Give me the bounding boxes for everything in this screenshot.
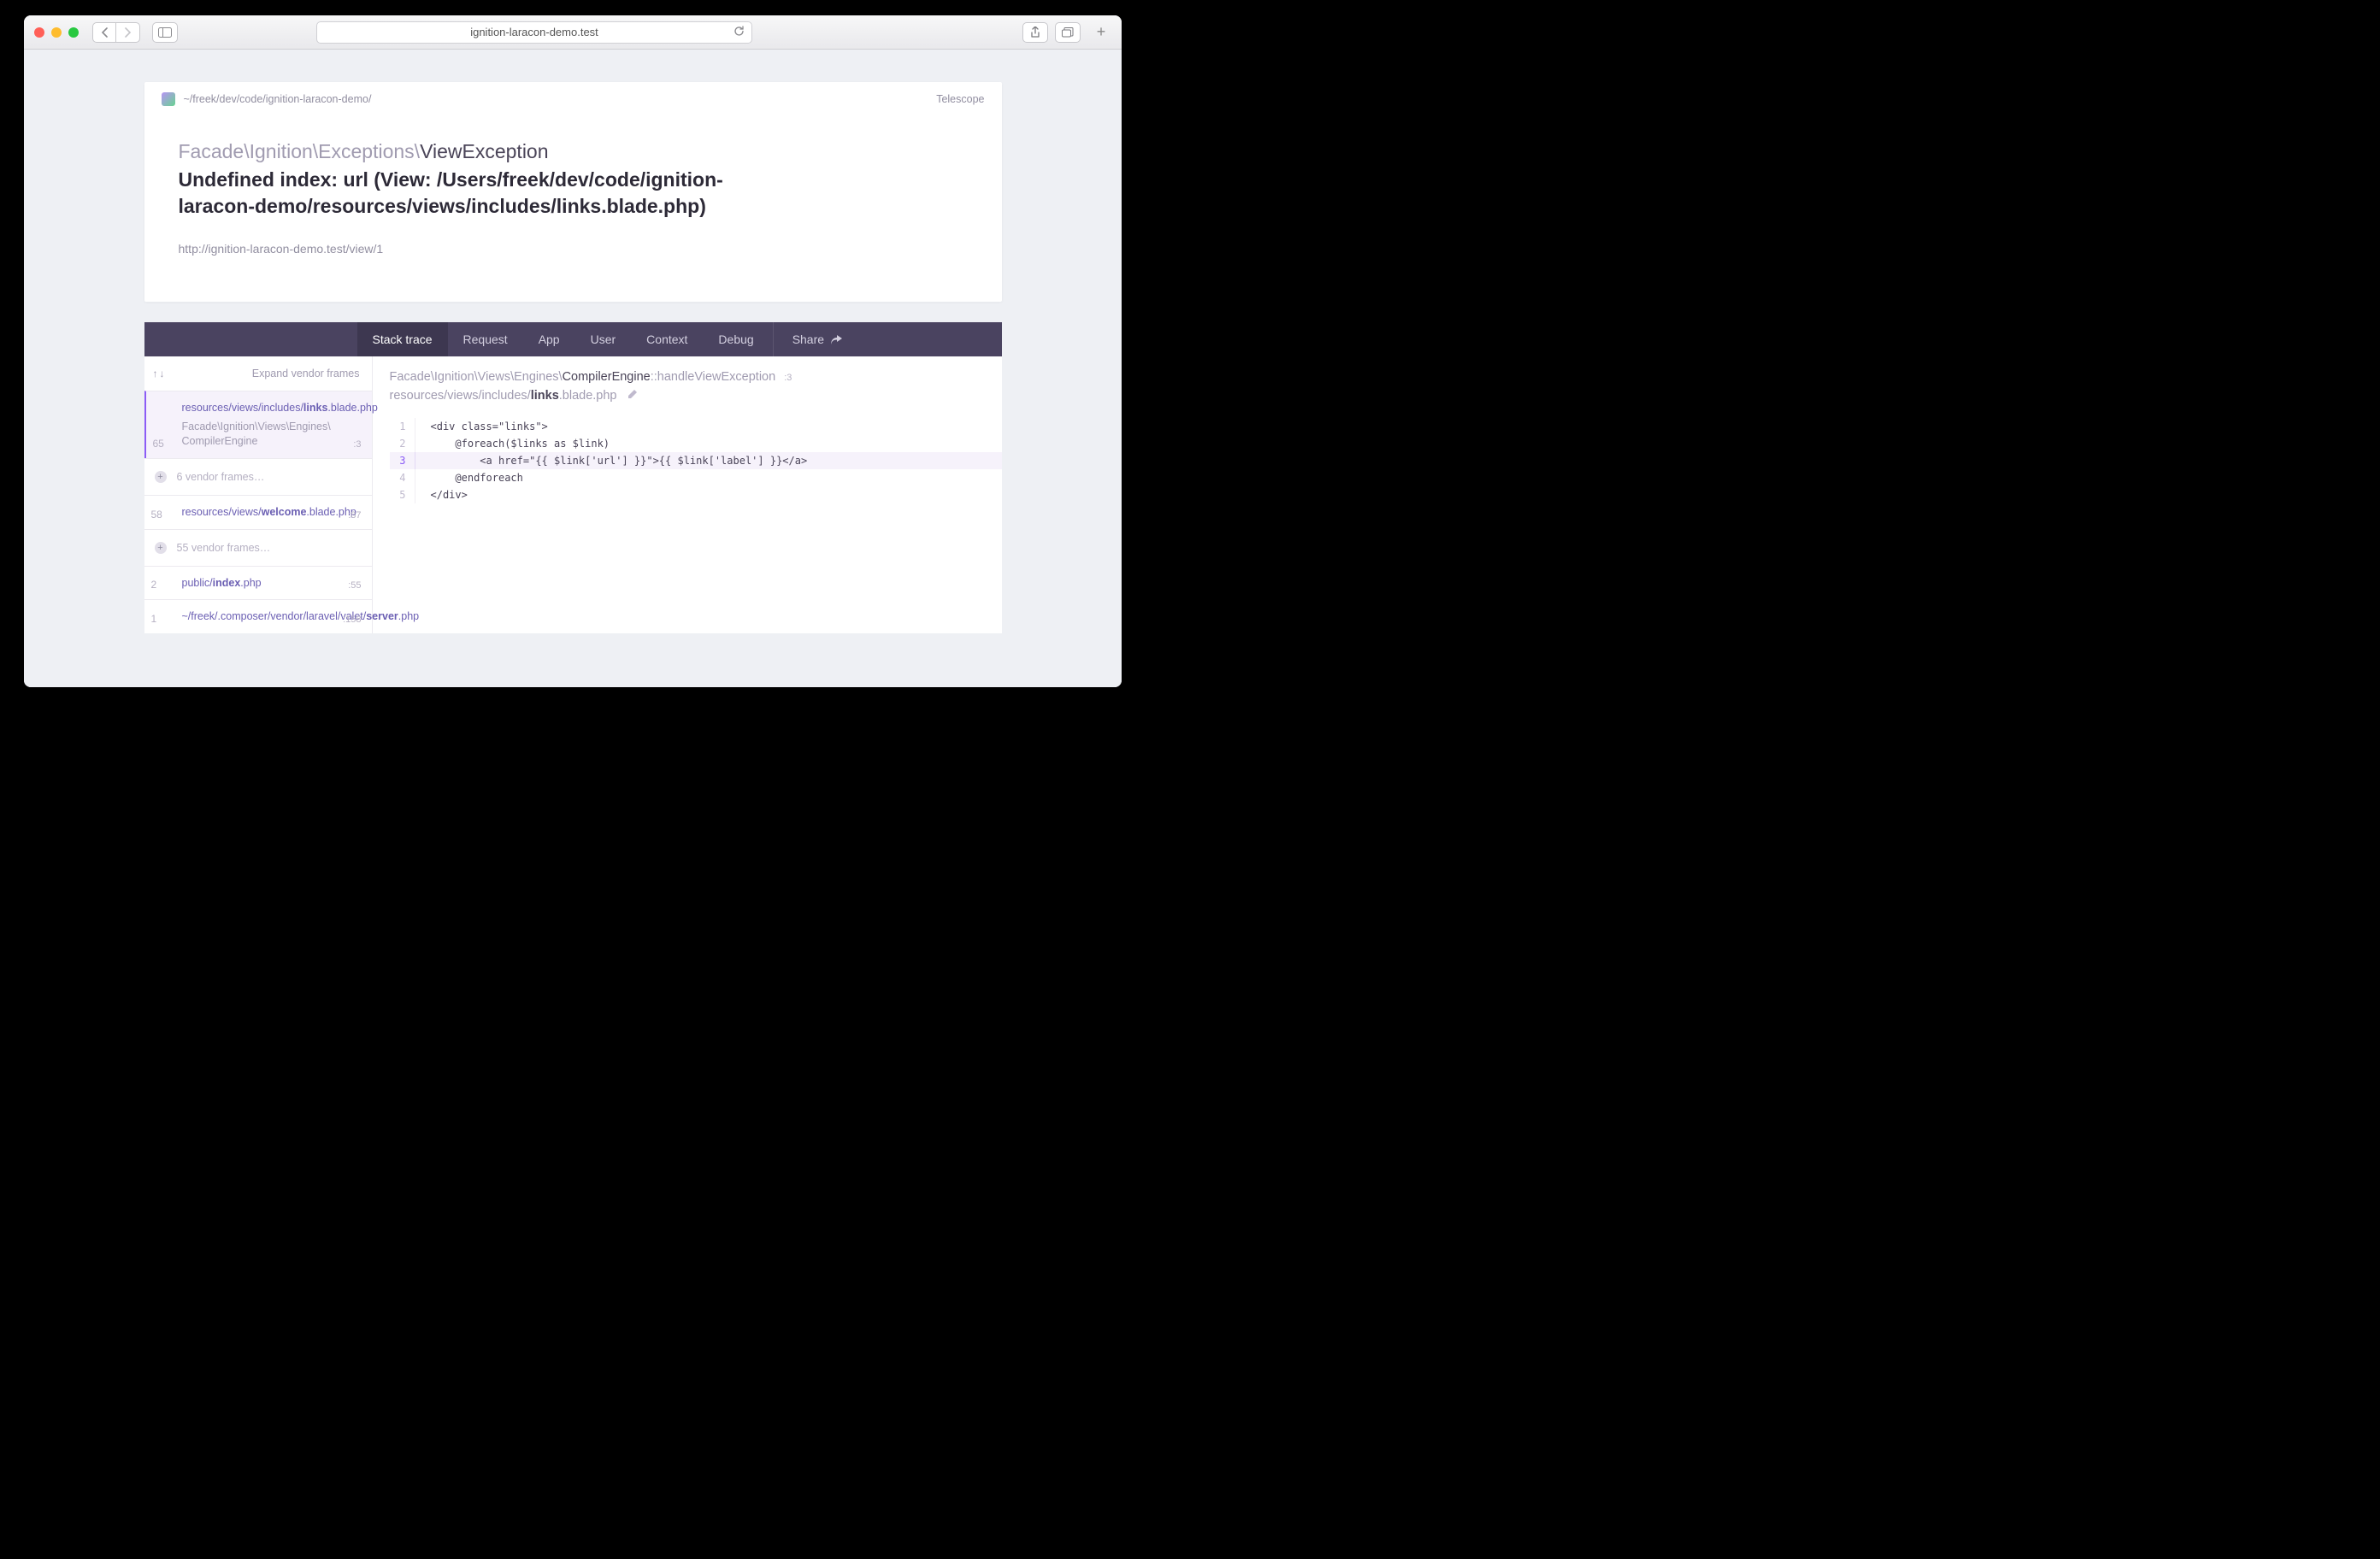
frame-col: :3 (353, 439, 361, 450)
stack-frame[interactable]: 2 public/index.php:55 (144, 566, 372, 600)
page-viewport[interactable]: ~/freek/dev/code/ignition-laracon-demo/ … (24, 50, 1122, 687)
exception-message: Undefined index: url (View: /Users/freek… (179, 167, 726, 220)
toolbar-right (1022, 22, 1081, 43)
source-line: 4 @endforeach (390, 469, 1002, 486)
stack-frame[interactable]: 58 resources/views/welcome.blade.php:87 (144, 495, 372, 529)
frame-class: Facade\Ignition\Views\Engines\CompilerEn… (182, 420, 360, 450)
share-button[interactable] (1022, 22, 1048, 43)
tab-context[interactable]: Context (631, 322, 703, 356)
source-line: 5</div> (390, 486, 1002, 503)
exception-class: ViewException (420, 140, 548, 162)
sidebar-icon (158, 27, 172, 38)
source-line: 2 @foreach($links as $link) (390, 435, 1002, 452)
frames-list: ↑↓ Expand vendor frames 65 resources/view… (144, 356, 373, 633)
frame-path: resources/views/includes/links.blade.php (182, 400, 360, 416)
back-button[interactable] (92, 22, 116, 43)
tab-app[interactable]: App (523, 322, 575, 356)
zoom-window-button[interactable] (68, 27, 79, 38)
forward-button[interactable] (116, 22, 140, 43)
tab-user[interactable]: User (575, 322, 632, 356)
minimize-window-button[interactable] (51, 27, 62, 38)
share-arrow-icon (831, 335, 842, 344)
share-icon (1030, 26, 1040, 38)
source-line: 3 <a href="{{ $link['url'] }}">{{ $link[… (390, 452, 1002, 469)
chevron-right-icon (124, 27, 132, 38)
project-path: ~/freek/dev/code/ignition-laracon-demo/ (184, 93, 372, 105)
expand-vendor-frames[interactable]: Expand vendor frames (252, 368, 360, 379)
frame-col: :87 (348, 510, 361, 521)
frame-line: 58 (151, 509, 162, 521)
tab-stack-trace[interactable]: Stack trace (357, 322, 448, 356)
reload-icon (733, 26, 745, 37)
window-controls (34, 27, 79, 38)
nav-buttons (92, 22, 140, 43)
address-bar[interactable]: ignition-laracon-demo.test (316, 21, 752, 44)
arrow-up-icon: ↑ (153, 368, 158, 379)
tab-request[interactable]: Request (448, 322, 523, 356)
close-window-button[interactable] (34, 27, 44, 38)
tab-debug[interactable]: Debug (703, 322, 769, 356)
stack-panel: ↑↓ Expand vendor frames 65 resources/view… (144, 356, 1002, 633)
arrow-down-icon: ↓ (160, 368, 165, 379)
ignition-logo (162, 92, 175, 106)
exception-namespace: Facade\Ignition\Exceptions\ (179, 140, 421, 162)
exception-card: ~/freek/dev/code/ignition-laracon-demo/ … (144, 82, 1002, 302)
frame-path: public/index.php (182, 575, 360, 591)
tab-share[interactable]: Share (773, 322, 857, 356)
frame-col: :55 (348, 580, 361, 591)
new-tab-button[interactable]: + (1091, 15, 1111, 50)
plus-icon: + (155, 542, 167, 554)
frame-nav-arrows[interactable]: ↑↓ (153, 368, 165, 379)
frames-header: ↑↓ Expand vendor frames (144, 356, 372, 391)
frame-line: 65 (153, 438, 164, 450)
edit-icon[interactable] (627, 389, 638, 403)
address-text: ignition-laracon-demo.test (470, 26, 598, 38)
frame-path: resources/views/welcome.blade.php (182, 504, 360, 521)
chevron-left-icon (101, 27, 109, 38)
frame-line: 2 (151, 579, 157, 591)
exception-class-line: Facade\Ignition\Exceptions\ViewException (179, 140, 968, 163)
share-label: Share (792, 332, 824, 346)
section-tabs: Stack trace Request App User Context Deb… (144, 322, 1002, 356)
telescope-link[interactable]: Telescope (936, 93, 984, 105)
source-code: 1<div class="links">2 @foreach($links as… (390, 418, 1002, 503)
stack-frame[interactable]: 1 ~/freek/.composer/vendor/laravel/valet/… (144, 599, 372, 633)
code-header-line1: Facade\Ignition\Views\Engines\CompilerEn… (390, 368, 1002, 387)
frame-line: 1 (151, 613, 157, 625)
tabs-icon (1062, 27, 1074, 38)
code-view: Facade\Ignition\Views\Engines\CompilerEn… (373, 356, 1002, 633)
tabs-button[interactable] (1055, 22, 1081, 43)
source-line: 1<div class="links"> (390, 418, 1002, 435)
card-body: Facade\Ignition\Exceptions\ViewException… (144, 115, 1002, 302)
frame-path: ~/freek/.composer/vendor/laravel/valet/s… (182, 609, 360, 625)
card-header: ~/freek/dev/code/ignition-laracon-demo/ … (144, 82, 1002, 115)
sidebar-toggle-button[interactable] (152, 22, 178, 43)
browser-window: ignition-laracon-demo.test + ~/freek/dev… (24, 15, 1122, 687)
stack-frame[interactable]: 65 resources/views/includes/links.blade.p… (144, 391, 372, 458)
frame-col: :158 (343, 615, 361, 625)
vendor-frames-group[interactable]: +55 vendor frames… (144, 529, 372, 566)
code-header-path: resources/views/includes/links.blade.php (390, 389, 1002, 403)
exception-url[interactable]: http://ignition-laracon-demo.test/view/1 (179, 242, 968, 256)
pencil-icon (627, 389, 638, 399)
plus-icon: + (155, 471, 167, 483)
vendor-frames-group[interactable]: +6 vendor frames… (144, 458, 372, 495)
titlebar: ignition-laracon-demo.test + (24, 15, 1122, 50)
reload-button[interactable] (733, 26, 745, 39)
